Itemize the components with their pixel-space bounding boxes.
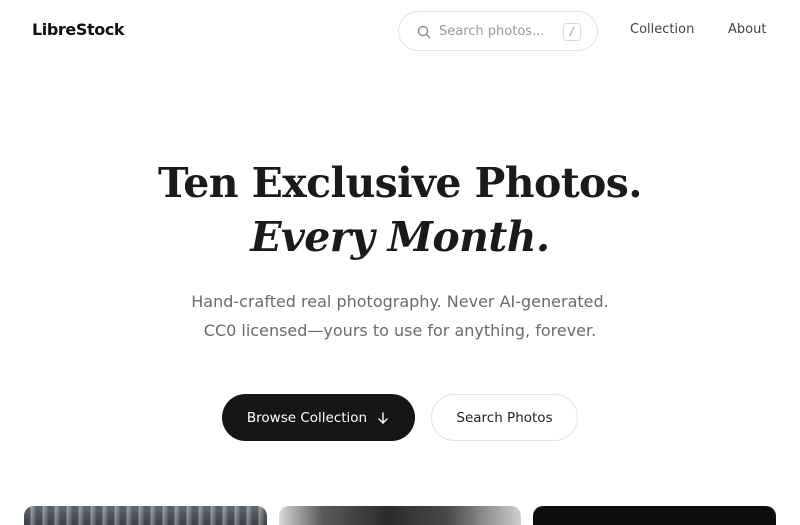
hero-description-line-1: Hand-crafted real photography. Never AI-… — [191, 292, 609, 311]
photo-card-object[interactable] — [279, 506, 521, 525]
hero-title: Ten Exclusive Photos. — [158, 159, 642, 207]
photo-card-keyboard[interactable] — [24, 506, 267, 525]
hero-subtitle: Every Month. — [250, 213, 550, 261]
browse-collection-label: Browse Collection — [246, 409, 368, 426]
site-header: LibreStock / Collection About — [0, 0, 800, 62]
arrow-down-icon — [378, 411, 388, 424]
search-shortcut-hint: / — [563, 23, 581, 41]
nav-link-about[interactable]: About — [728, 22, 766, 37]
search-bar[interactable]: / — [398, 11, 598, 51]
photo-card-dark[interactable] — [533, 506, 776, 525]
search-photos-button[interactable]: Search Photos — [431, 394, 578, 441]
browse-collection-button[interactable]: Browse Collection — [222, 394, 415, 441]
site-logo[interactable]: LibreStock — [32, 20, 125, 39]
hero-description-line-2: CC0 licensed—yours to use for anything, … — [203, 321, 597, 340]
search-input[interactable] — [439, 21, 557, 41]
nav-link-collection[interactable]: Collection — [630, 22, 694, 37]
search-icon — [417, 25, 431, 39]
